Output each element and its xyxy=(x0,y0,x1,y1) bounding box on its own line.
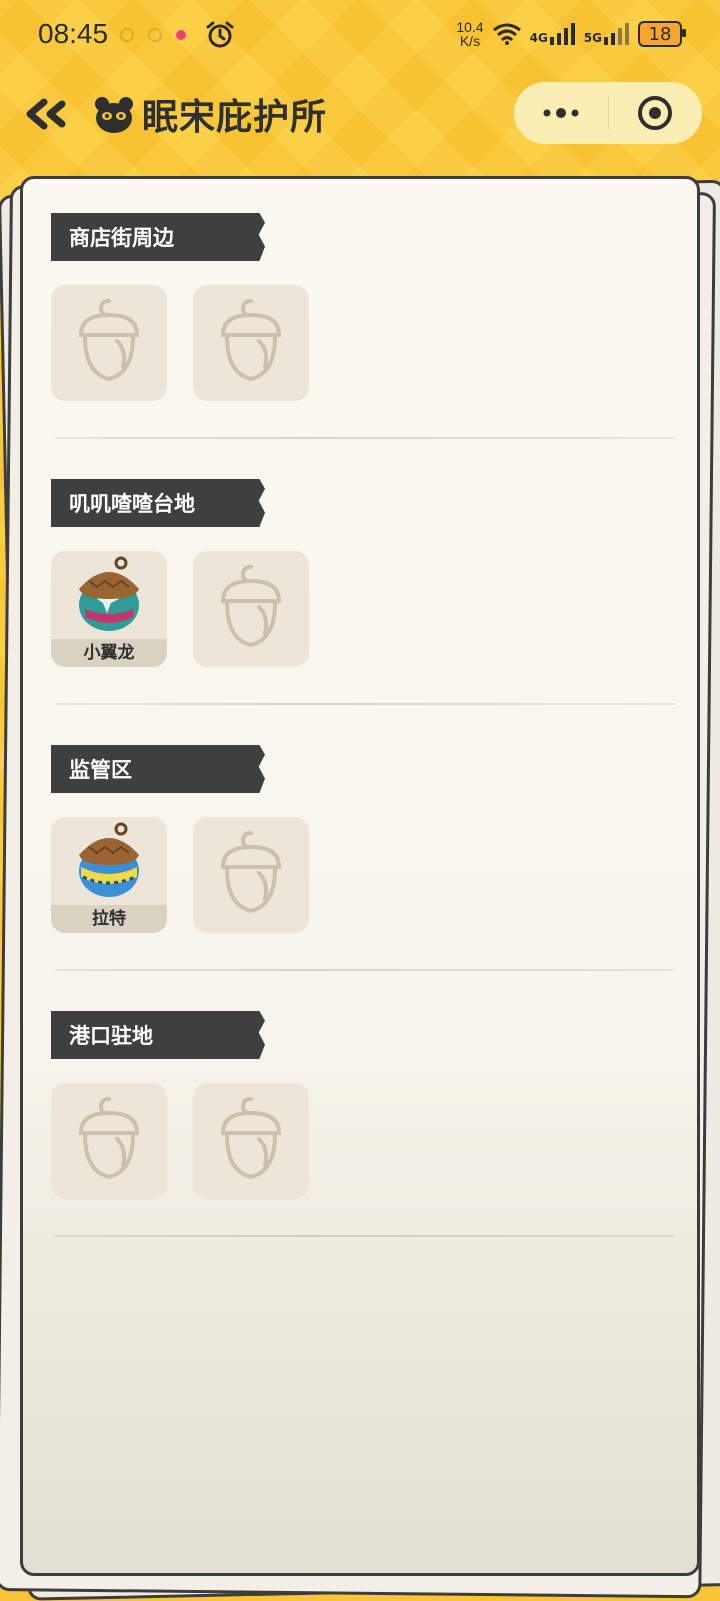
section-divider xyxy=(55,437,675,439)
creature-name: 小翼龙 xyxy=(51,639,167,667)
status-time: 08:45 xyxy=(38,18,109,49)
more-dots-icon xyxy=(543,108,579,118)
net-speed: 10.4 K/s xyxy=(456,19,484,49)
slot-row: 小翼龙 xyxy=(51,551,691,667)
empty-slot[interactable] xyxy=(193,551,309,667)
creature-slot[interactable]: 拉特 xyxy=(51,817,167,933)
section-divider xyxy=(55,703,675,705)
page-title: 眠宋庇护所 xyxy=(92,88,327,140)
section-title: 监管区 xyxy=(69,758,132,782)
section-harbor-station: 港口驻地 xyxy=(51,1011,691,1199)
acorn-egg-teal-icon xyxy=(79,556,139,631)
alarm-icon xyxy=(206,21,234,48)
battery-indicator: 18 xyxy=(638,21,686,47)
status-right: 10.4 K/s 4G 5G 18 xyxy=(456,19,686,49)
acorn-placeholder-icon xyxy=(78,1097,140,1180)
double-chevron-left-icon xyxy=(26,98,66,130)
section-header: 港口驻地 xyxy=(51,1011,257,1059)
notification-dot-icon xyxy=(148,28,162,42)
signal-4g: 4G xyxy=(530,23,576,45)
mascot-icon xyxy=(95,97,133,133)
section-header: 监管区 xyxy=(51,745,257,793)
section-title: 叽叽喳喳台地 xyxy=(69,492,195,516)
empty-slot[interactable] xyxy=(51,285,167,401)
notification-dot-icon xyxy=(120,28,134,42)
acorn-placeholder-icon xyxy=(220,831,282,914)
empty-slot[interactable] xyxy=(193,285,309,401)
acorn-placeholder-icon xyxy=(220,299,282,382)
section-supervision-zone: 监管区 拉特 xyxy=(51,745,691,933)
status-bar: 08:45 10.4 K/s 4G 5G 18 xyxy=(0,0,720,70)
creature-slot[interactable]: 小翼龙 xyxy=(51,551,167,667)
section-divider xyxy=(55,1235,675,1237)
target-circle-icon xyxy=(638,96,673,130)
signal-bars-icon xyxy=(604,23,629,45)
record-icon xyxy=(176,30,186,40)
acorn-placeholder-icon xyxy=(78,299,140,382)
empty-slot[interactable] xyxy=(193,1083,309,1199)
acorn-placeholder-icon xyxy=(220,1097,282,1180)
empty-slot[interactable] xyxy=(193,817,309,933)
wifi-icon xyxy=(492,23,521,45)
acorn-egg-striped-icon xyxy=(79,822,139,897)
slot-row xyxy=(51,1083,691,1199)
creature-name: 拉特 xyxy=(51,905,167,933)
title-text: 眠宋庇护所 xyxy=(142,97,328,138)
mini-program-capsule xyxy=(514,82,702,144)
signal-5g: 5G xyxy=(584,23,630,45)
section-title: 港口驻地 xyxy=(69,1024,153,1048)
slot-row xyxy=(51,285,691,401)
acorn-placeholder-icon xyxy=(220,565,282,648)
section-divider xyxy=(55,969,675,971)
section-header: 叽叽喳喳台地 xyxy=(51,479,257,527)
empty-slot[interactable] xyxy=(51,1083,167,1199)
more-button[interactable] xyxy=(514,82,608,144)
section-title: 商店街周边 xyxy=(69,226,174,250)
section-chirp-plateau: 叽叽喳喳台地 小翼龙 xyxy=(51,479,691,667)
section-header: 商店街周边 xyxy=(51,213,257,261)
notification-icons xyxy=(120,28,186,42)
close-mini-program-button[interactable] xyxy=(609,82,703,144)
signal-bars-icon xyxy=(549,23,575,45)
shelter-panel: 商店街周边 叽叽喳喳台地 小翼龙 监管区 拉特 港口驻地 xyxy=(20,176,700,1576)
slot-row: 拉特 xyxy=(51,817,691,933)
section-shop-street: 商店街周边 xyxy=(51,213,691,401)
back-button[interactable] xyxy=(18,92,74,136)
header: 眠宋庇护所 xyxy=(0,78,720,150)
